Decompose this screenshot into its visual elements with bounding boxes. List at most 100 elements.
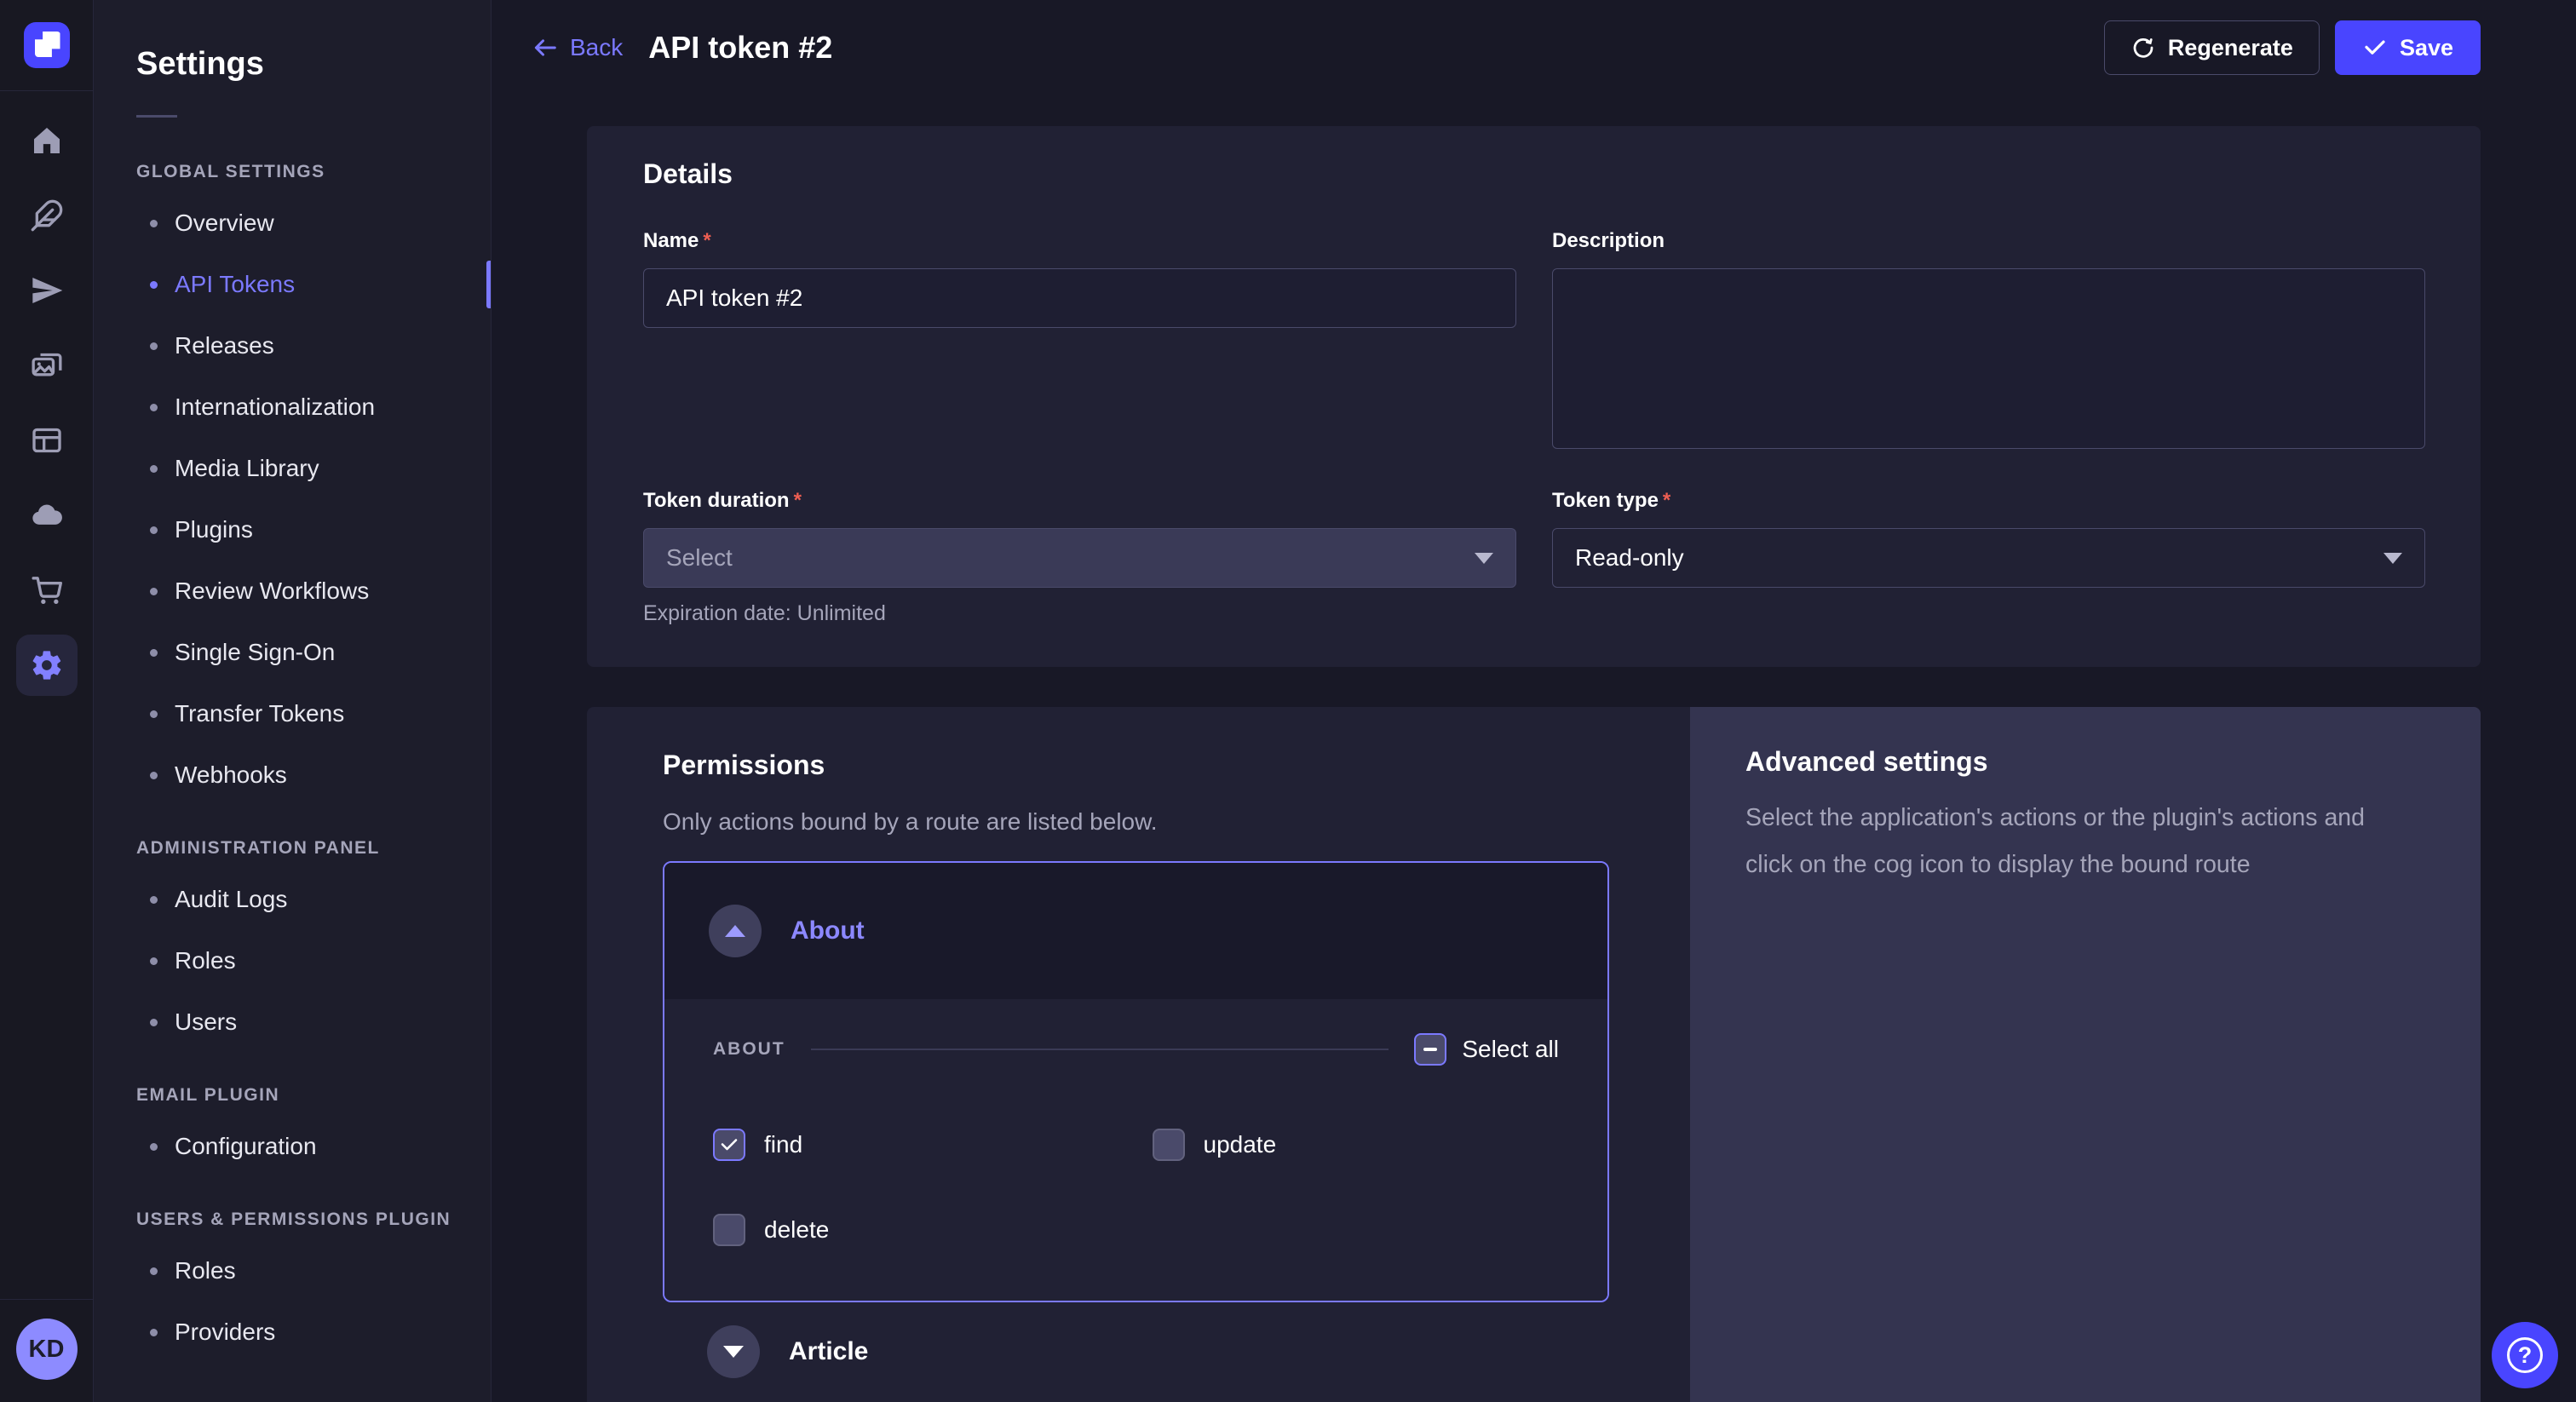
- sidebar-item-plugins[interactable]: Plugins: [94, 499, 491, 560]
- expiration-hint: Expiration date: Unlimited: [643, 601, 1516, 626]
- name-input[interactable]: [643, 268, 1516, 328]
- about-section-label: ABOUT: [713, 1039, 785, 1060]
- details-form-row-2: Token duration* Select Expiration date: …: [643, 489, 2425, 626]
- bullet-icon: [150, 772, 158, 779]
- save-label: Save: [2400, 35, 2453, 61]
- advanced-settings-title: Advanced settings: [1745, 746, 2426, 778]
- about-section-row: ABOUT Select all: [713, 1033, 1559, 1066]
- delete-checkbox[interactable]: [713, 1214, 745, 1246]
- sidebar-item-label: Transfer Tokens: [175, 700, 344, 727]
- paper-plane-icon[interactable]: [16, 260, 78, 321]
- sidebar-item-audit-logs[interactable]: Audit Logs: [94, 869, 491, 930]
- about-actions-grid: find update delete: [713, 1129, 1559, 1246]
- bullet-icon: [150, 1329, 158, 1336]
- question-mark-icon: ?: [2507, 1337, 2543, 1373]
- bullet-icon: [150, 710, 158, 718]
- details-form-row-1: Name* Description: [643, 229, 2425, 453]
- strapi-logo[interactable]: [24, 22, 70, 68]
- sidebar-item-single-sign-on[interactable]: Single Sign-On: [94, 622, 491, 683]
- action-label: update: [1204, 1131, 1277, 1158]
- action-find: find: [713, 1129, 1120, 1161]
- bullet-icon: [150, 342, 158, 350]
- token-duration-select[interactable]: Select: [643, 528, 1516, 588]
- details-title: Details: [643, 158, 2425, 190]
- accordion-article-label: Article: [789, 1337, 868, 1366]
- permissions-section: Permissions Only actions bound by a rout…: [587, 707, 2481, 1402]
- permissions-title: Permissions: [663, 750, 1609, 781]
- token-type-select[interactable]: Read-only: [1552, 528, 2425, 588]
- header-actions: Regenerate Save: [2104, 20, 2481, 75]
- user-avatar[interactable]: KD: [16, 1319, 78, 1380]
- accordion-article-header[interactable]: Article: [663, 1324, 1609, 1379]
- description-textarea[interactable]: [1552, 268, 2425, 449]
- sidebar-item-label: Internationalization: [175, 394, 375, 421]
- name-label: Name*: [643, 229, 1516, 253]
- accordion-about-header[interactable]: About: [664, 863, 1607, 999]
- page-content: Details Name* Description: [492, 95, 2576, 1402]
- sidebar-item-overview[interactable]: Overview: [94, 192, 491, 254]
- sidebar-item-label: Releases: [175, 332, 274, 359]
- cart-icon[interactable]: [16, 560, 78, 621]
- save-button[interactable]: Save: [2335, 20, 2481, 75]
- section-users-permissions-plugin: USERS & PERMISSIONS PLUGIN Roles Provide…: [94, 1199, 491, 1363]
- find-checkbox[interactable]: [713, 1129, 745, 1161]
- token-duration-placeholder: Select: [666, 544, 733, 572]
- sidebar-item-label: Configuration: [175, 1133, 317, 1160]
- help-button[interactable]: ?: [2492, 1322, 2558, 1388]
- home-icon[interactable]: [16, 110, 78, 171]
- collapse-button[interactable]: [709, 905, 762, 957]
- sidebar-item-webhooks[interactable]: Webhooks: [94, 744, 491, 806]
- token-duration-field-group: Token duration* Select Expiration date: …: [643, 489, 1516, 626]
- strapi-logo-glyph: [35, 32, 60, 57]
- sidebar-item-media-library[interactable]: Media Library: [94, 438, 491, 499]
- bullet-icon: [150, 404, 158, 411]
- sidebar-item-api-tokens[interactable]: API Tokens: [94, 254, 491, 315]
- accordion-about-body: ABOUT Select all: [664, 999, 1607, 1301]
- sidebar-item-internationalization[interactable]: Internationalization: [94, 376, 491, 438]
- sidebar-item-review-workflows[interactable]: Review Workflows: [94, 560, 491, 622]
- section-global-settings: GLOBAL SETTINGS Overview API Tokens Rele…: [94, 152, 491, 806]
- indeterminate-dash-icon: [1423, 1048, 1437, 1051]
- chevron-down-icon: [723, 1346, 744, 1358]
- regenerate-button[interactable]: Regenerate: [2104, 20, 2320, 75]
- select-all-checkbox[interactable]: [1414, 1033, 1446, 1066]
- section-header: GLOBAL SETTINGS: [94, 152, 491, 192]
- permissions-card: Permissions Only actions bound by a rout…: [587, 707, 1690, 1402]
- sidebar-item-admin-users[interactable]: Users: [94, 991, 491, 1053]
- sidebar-item-admin-roles[interactable]: Roles: [94, 930, 491, 991]
- action-update: update: [1153, 1129, 1560, 1161]
- select-all-control[interactable]: Select all: [1414, 1033, 1559, 1066]
- sidebar-item-label: Review Workflows: [175, 577, 369, 605]
- sidebar-item-up-roles[interactable]: Roles: [94, 1240, 491, 1301]
- cloud-icon[interactable]: [16, 485, 78, 546]
- sidebar-item-label: Roles: [175, 1257, 236, 1284]
- sidebar-item-releases[interactable]: Releases: [94, 315, 491, 376]
- bullet-icon: [150, 220, 158, 227]
- description-label: Description: [1552, 229, 2425, 253]
- bullet-icon: [150, 957, 158, 965]
- sidebar-item-email-configuration[interactable]: Configuration: [94, 1116, 491, 1177]
- feather-icon[interactable]: [16, 185, 78, 246]
- section-header: EMAIL PLUGIN: [94, 1075, 491, 1116]
- action-label: find: [764, 1131, 802, 1158]
- bullet-icon: [150, 1267, 158, 1275]
- back-arrow-icon: [532, 35, 558, 60]
- token-type-field-group: Token type* Read-only: [1552, 489, 2425, 626]
- layout-icon[interactable]: [16, 410, 78, 471]
- regenerate-label: Regenerate: [2168, 35, 2293, 61]
- required-asterisk: *: [1663, 489, 1670, 513]
- main-area: Back API token #2 Regenerate Save Detail…: [492, 0, 2576, 1402]
- sidebar-item-label: Plugins: [175, 516, 253, 543]
- sidebar-item-up-providers[interactable]: Providers: [94, 1301, 491, 1363]
- expand-button[interactable]: [707, 1325, 760, 1378]
- token-type-label: Token type*: [1552, 489, 2425, 513]
- sidebar-item-label: Providers: [175, 1319, 275, 1346]
- bullet-icon: [150, 896, 158, 904]
- images-icon[interactable]: [16, 335, 78, 396]
- sidebar-item-transfer-tokens[interactable]: Transfer Tokens: [94, 683, 491, 744]
- bullet-icon: [150, 526, 158, 534]
- page-header: Back API token #2 Regenerate Save: [492, 0, 2576, 95]
- update-checkbox[interactable]: [1153, 1129, 1185, 1161]
- gear-icon[interactable]: [16, 635, 78, 696]
- back-button[interactable]: Back: [532, 34, 623, 61]
